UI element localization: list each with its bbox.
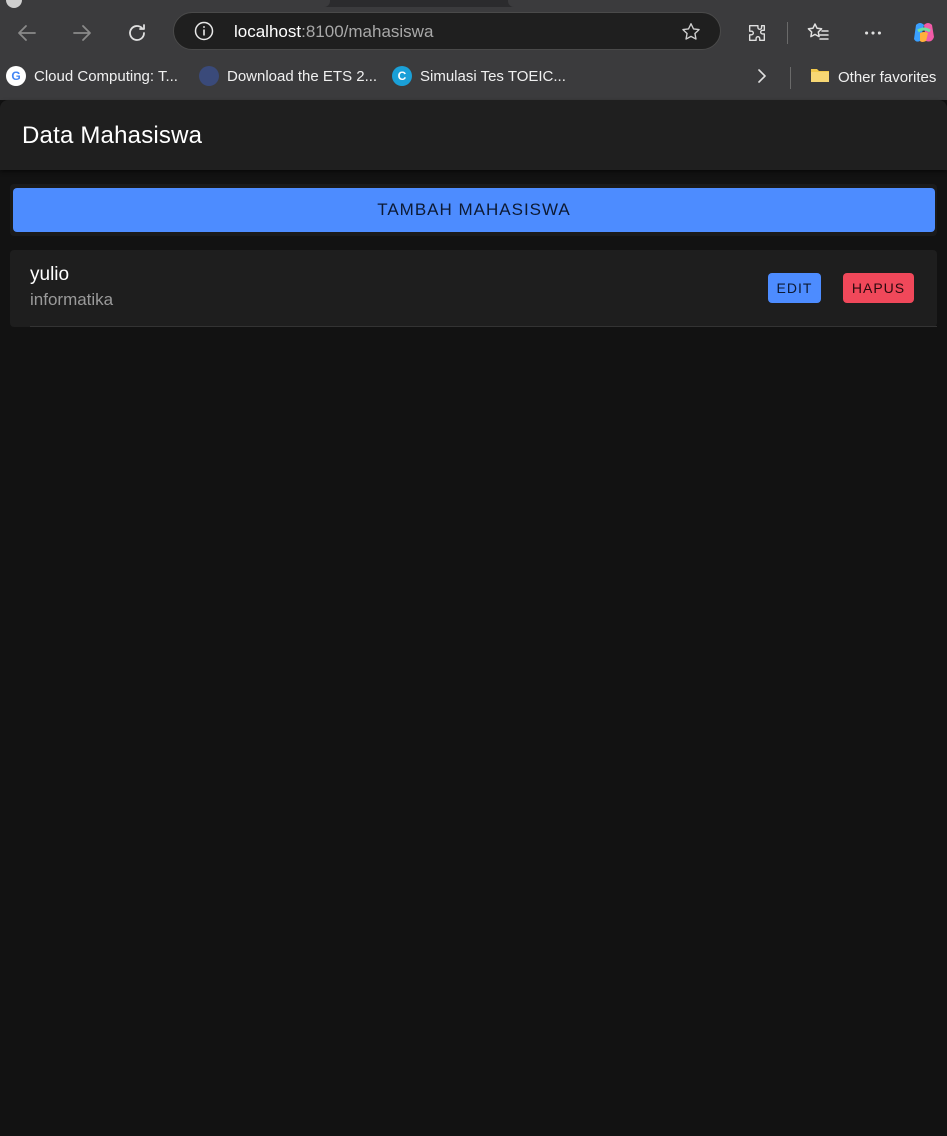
bookmarks-bar: G Cloud Computing: T... Download the ETS… bbox=[0, 60, 947, 92]
google-icon: G bbox=[6, 66, 26, 86]
student-major: informatika bbox=[30, 290, 114, 309]
browser-toolbar: localhost:8100/mahasiswa bbox=[0, 7, 947, 59]
bookmark-label: Cloud Computing: T... bbox=[34, 67, 178, 85]
address-bar[interactable]: localhost:8100/mahasiswa bbox=[173, 12, 721, 50]
tab-strip bbox=[0, 0, 947, 8]
delete-button[interactable]: HAPUS bbox=[843, 273, 914, 303]
list-item: yulio informatika EDIT HAPUS bbox=[10, 250, 937, 327]
edit-button[interactable]: EDIT bbox=[768, 273, 821, 303]
site-icon: C bbox=[392, 66, 412, 86]
folder-icon bbox=[810, 66, 830, 88]
forward-arrow-icon[interactable] bbox=[67, 18, 97, 48]
globe-icon bbox=[199, 66, 219, 86]
page-title: Data Mahasiswa bbox=[22, 122, 203, 149]
tab-active[interactable] bbox=[0, 0, 330, 8]
extensions-icon[interactable] bbox=[743, 19, 771, 47]
student-name: yulio bbox=[30, 264, 70, 285]
bookmark-label: Download the ETS 2... bbox=[227, 67, 378, 85]
refresh-icon[interactable] bbox=[122, 18, 152, 48]
tab-inactive[interactable] bbox=[508, 0, 947, 7]
other-favorites-label: Other favorites bbox=[838, 68, 937, 86]
url-path: :8100/mahasiswa bbox=[301, 22, 434, 41]
app-header: Data Mahasiswa bbox=[0, 100, 947, 170]
url-text[interactable]: localhost:8100/mahasiswa bbox=[234, 22, 433, 42]
copilot-icon[interactable] bbox=[910, 19, 938, 47]
chevron-right-icon[interactable] bbox=[752, 66, 772, 91]
bookmark-item[interactable]: G Cloud Computing: T... bbox=[6, 66, 178, 86]
url-host: localhost bbox=[234, 22, 302, 41]
toolbar-divider bbox=[787, 22, 788, 44]
bookmark-label: Simulasi Tes TOEIC... bbox=[420, 67, 566, 85]
add-student-button[interactable]: TAMBAH MAHASISWA bbox=[13, 188, 935, 232]
add-button-container: TAMBAH MAHASISWA bbox=[10, 184, 937, 236]
bookmark-item[interactable]: Download the ETS 2... bbox=[199, 66, 377, 86]
list-divider bbox=[30, 326, 937, 327]
back-arrow-icon[interactable] bbox=[12, 18, 42, 48]
more-menu-icon[interactable] bbox=[859, 19, 887, 47]
browser-chrome: localhost:8100/mahasiswa G Cloud Computi… bbox=[0, 0, 947, 100]
bookmark-item[interactable]: C Simulasi Tes TOEIC... bbox=[392, 66, 566, 86]
favorite-star-icon[interactable] bbox=[680, 21, 702, 48]
other-favorites[interactable]: Other favorites bbox=[810, 66, 936, 88]
info-icon[interactable] bbox=[194, 21, 214, 41]
favorites-list-icon[interactable] bbox=[804, 19, 832, 47]
bookmarks-divider bbox=[790, 67, 791, 89]
